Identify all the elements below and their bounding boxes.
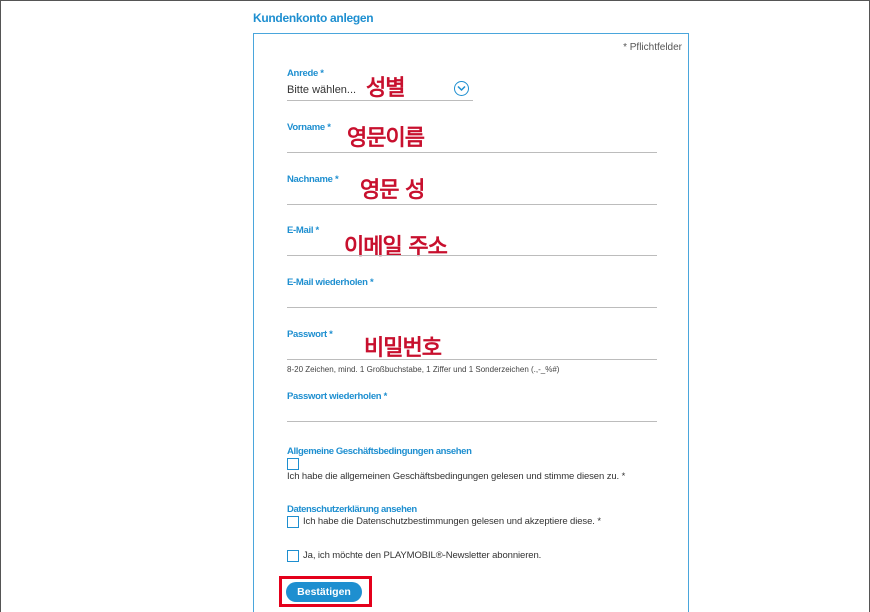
passwort-annotation: 비밀번호: [364, 336, 442, 361]
vorname-input[interactable]: [287, 152, 657, 153]
newsletter-checkbox-label: Ja, ich möchte den PLAYMOBIL®-Newsletter…: [303, 550, 542, 561]
agb-checkbox[interactable]: [287, 458, 299, 470]
submit-button[interactable]: Bestätigen: [286, 582, 362, 602]
nachname-input[interactable]: [287, 204, 657, 205]
email-repeat-label: E-Mail wiederholen *: [287, 277, 374, 288]
email-repeat-input[interactable]: [287, 307, 657, 308]
required-note: * Pflichtfelder: [623, 42, 682, 53]
datenschutz-checkbox-label: Ich habe die Datenschutzbestimmungen gel…: [303, 516, 601, 527]
passwort-input[interactable]: [287, 359, 657, 360]
datenschutz-link[interactable]: Datenschutzerklärung ansehen: [287, 504, 417, 515]
page-title: Kundenkonto anlegen: [253, 11, 374, 25]
datenschutz-checkbox[interactable]: [287, 516, 299, 528]
vorname-label: Vorname *: [287, 122, 331, 133]
passwort-repeat-input[interactable]: [287, 421, 657, 422]
nachname-label: Nachname *: [287, 174, 339, 185]
passwort-hint: 8-20 Zeichen, mind. 1 Großbuchstabe, 1 Z…: [287, 365, 560, 374]
anrede-label: Anrede *: [287, 68, 324, 79]
email-annotation: 이메일 주소: [344, 235, 448, 260]
passwort-label: Passwort *: [287, 329, 333, 340]
newsletter-checkbox[interactable]: [287, 550, 299, 562]
agb-checkbox-label: Ich habe die allgemeinen Geschäftsbeding…: [287, 471, 626, 482]
vorname-annotation: 영문이름: [347, 126, 425, 151]
registration-form: * Pflichtfelder Anrede * Bitte wählen...…: [253, 33, 689, 612]
nachname-annotation: 영문 성: [360, 178, 425, 203]
anrede-annotation: 성별: [366, 76, 405, 101]
agb-link[interactable]: Allgemeine Geschäftsbedingungen ansehen: [287, 446, 472, 457]
email-input[interactable]: [287, 255, 657, 256]
passwort-repeat-label: Passwort wiederholen *: [287, 391, 388, 402]
chevron-down-icon[interactable]: [454, 81, 469, 96]
anrede-select[interactable]: Bitte wählen...: [287, 84, 356, 96]
email-label: E-Mail *: [287, 225, 319, 236]
